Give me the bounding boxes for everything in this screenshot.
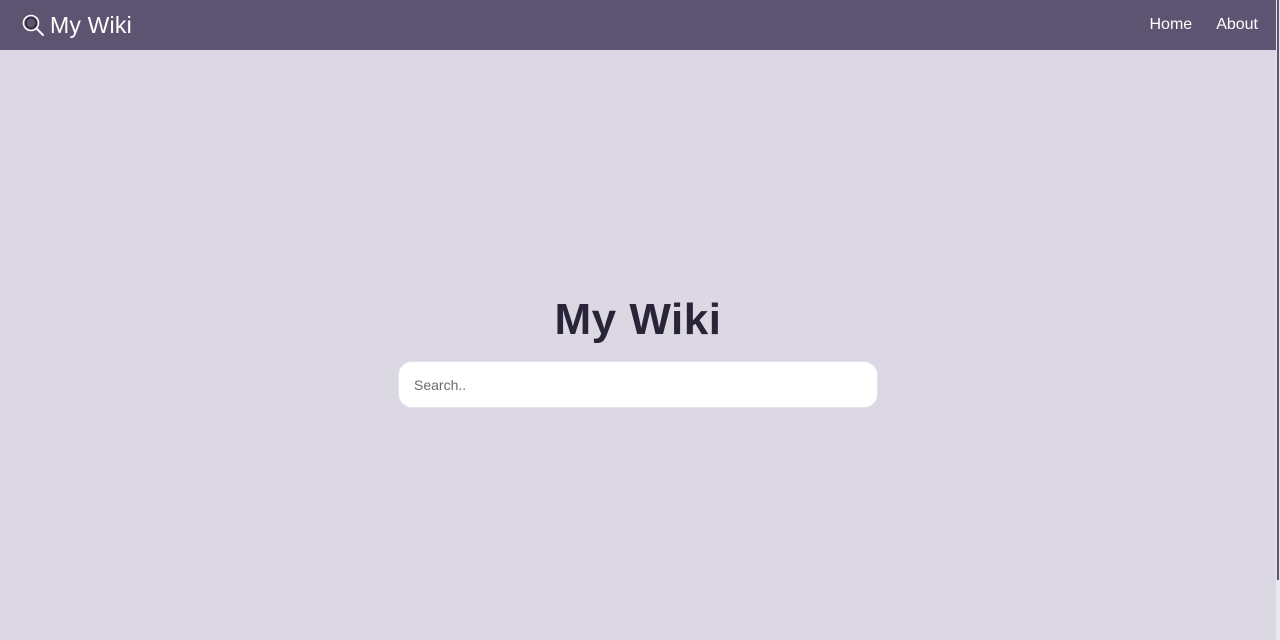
magnifier-icon <box>21 13 45 37</box>
brand-label: My Wiki <box>50 11 132 38</box>
hero-section: My Wiki <box>0 0 1276 640</box>
nav-link-home[interactable]: Home <box>1150 16 1193 34</box>
nav-link-about[interactable]: About <box>1216 16 1258 34</box>
search-input[interactable] <box>398 361 878 408</box>
brand-link[interactable]: My Wiki <box>21 12 132 39</box>
page-title: My Wiki <box>554 295 722 344</box>
nav-links: Home About <box>1150 16 1259 34</box>
page-scrollbar[interactable] <box>1276 0 1280 640</box>
scrollbar-thumb[interactable] <box>1277 0 1279 580</box>
top-navbar: My Wiki Home About <box>0 0 1276 50</box>
